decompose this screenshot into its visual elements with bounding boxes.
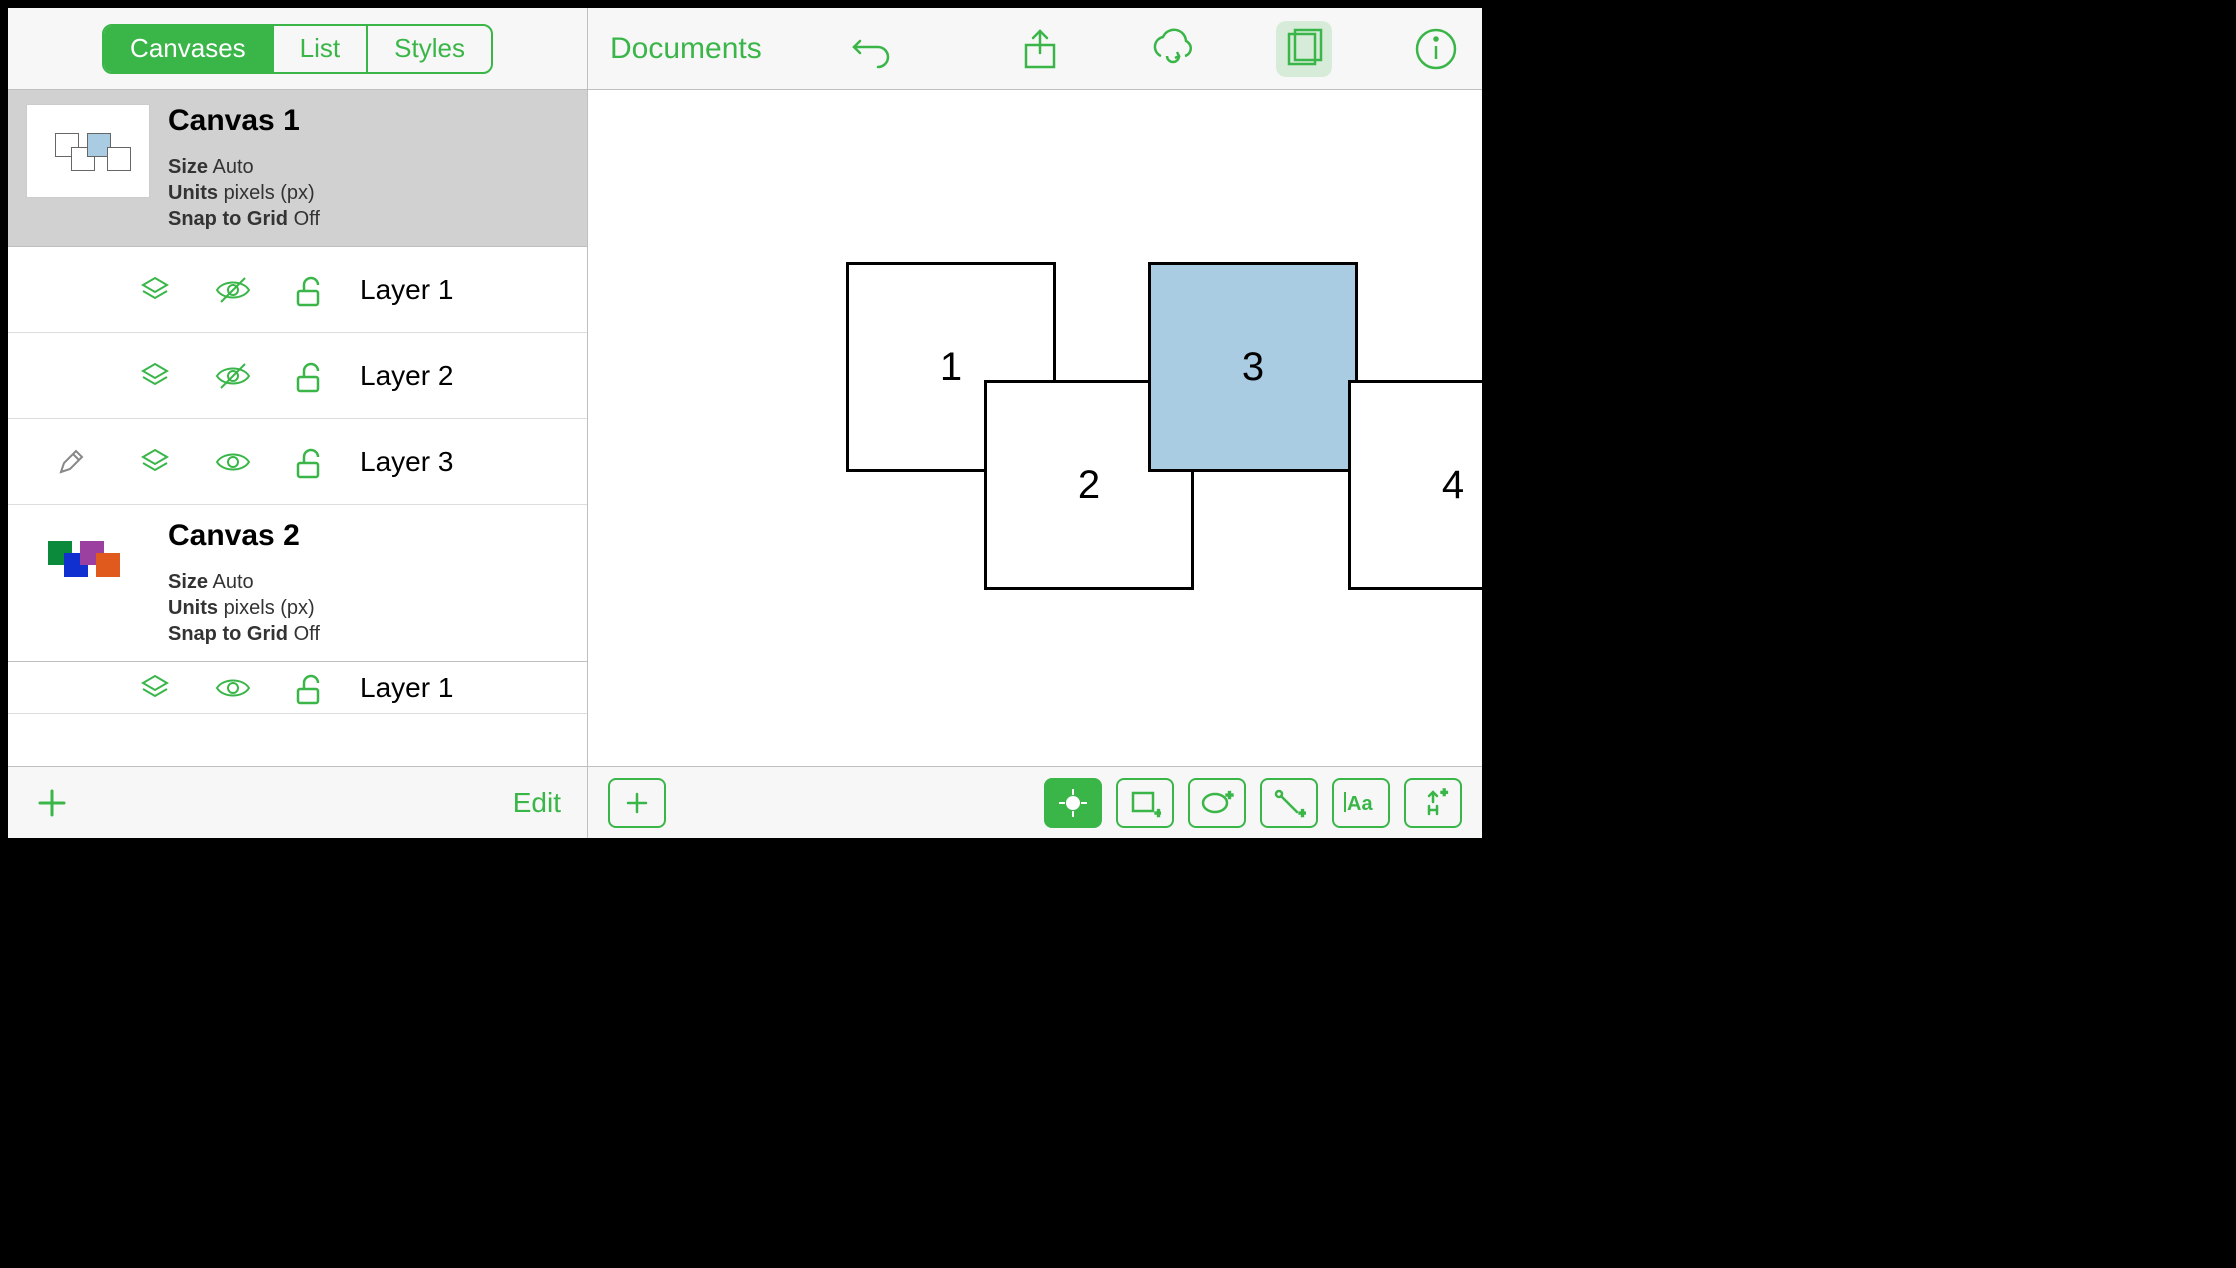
visibility-off-icon[interactable] [194, 356, 272, 396]
text-tool[interactable]: Aa [1332, 778, 1390, 828]
documents-button[interactable]: Documents [610, 32, 762, 66]
layer-row[interactable]: Layer 2 [8, 333, 587, 419]
canvas-thumbnail [26, 104, 150, 198]
rectangle-tool[interactable]: + [1116, 778, 1174, 828]
canvas-title: Canvas 1 [168, 104, 320, 138]
sidebar-tabs: Canvases List Styles [8, 8, 587, 90]
canvas-row[interactable]: Canvas 1 Size Auto Units pixels (px) Sna… [8, 90, 587, 247]
selection-tool[interactable] [1044, 778, 1102, 828]
shape-box[interactable]: 4 [1348, 380, 1482, 590]
canvas-viewport[interactable]: 1 2 3 4 [588, 90, 1482, 766]
undo-icon[interactable] [844, 21, 900, 77]
unlock-icon[interactable] [272, 271, 350, 309]
canvas-thumbnail [26, 519, 150, 613]
layer-name: Layer 1 [360, 672, 453, 704]
sidebar-body: Canvas 1 Size Auto Units pixels (px) Sna… [8, 90, 587, 766]
shape-box[interactable]: 3 [1148, 262, 1358, 472]
canvas-row[interactable]: Canvas 2 Size Auto Units pixels (px) Sna… [8, 505, 587, 662]
line-tool[interactable]: + [1260, 778, 1318, 828]
main-bottom-toolbar: + + + Aa + [588, 766, 1482, 838]
sidebar-footer: Edit [8, 766, 587, 838]
canvas-title: Canvas 2 [168, 519, 320, 553]
main-toolbar: Documents [588, 8, 1482, 90]
layers-icon[interactable] [116, 272, 194, 308]
sidebar: Canvases List Styles Canvas 1 Size Auto … [8, 8, 588, 838]
tab-list[interactable]: List [272, 26, 366, 72]
add-button[interactable] [34, 785, 70, 821]
layer-row[interactable]: Layer 1 [8, 662, 587, 714]
visibility-off-icon[interactable] [194, 270, 272, 310]
tab-styles[interactable]: Styles [366, 26, 491, 72]
freehand-tool[interactable]: + [1404, 778, 1462, 828]
layer-row[interactable]: Layer 3 [8, 419, 587, 505]
layers-icon[interactable] [116, 358, 194, 394]
layer-row[interactable]: Layer 1 [8, 247, 587, 333]
edit-button[interactable]: Edit [513, 787, 561, 819]
layer-name: Layer 1 [360, 274, 453, 306]
visibility-on-icon[interactable] [194, 668, 272, 708]
unlock-icon[interactable] [272, 669, 350, 707]
unlock-icon[interactable] [272, 443, 350, 481]
unlock-icon[interactable] [272, 357, 350, 395]
canvas-meta: Size Auto Units pixels (px) Snap to Grid… [168, 154, 320, 232]
svg-text:Aa: Aa [1347, 793, 1373, 815]
layer-name: Layer 3 [360, 446, 453, 478]
layer-name: Layer 2 [360, 360, 453, 392]
layers-icon[interactable] [116, 444, 194, 480]
tab-canvases[interactable]: Canvases [104, 26, 272, 72]
share-icon[interactable] [1012, 21, 1068, 77]
layers-icon[interactable] [116, 670, 194, 706]
info-icon[interactable] [1408, 21, 1464, 77]
pencil-icon[interactable] [26, 447, 116, 477]
svg-text:+: + [1299, 806, 1306, 819]
canvases-panel-icon[interactable] [1276, 21, 1332, 77]
main-area: Documents 1 2 3 [588, 8, 1482, 838]
cloud-sync-icon[interactable] [1144, 21, 1200, 77]
visibility-on-icon[interactable] [194, 442, 272, 482]
canvas-meta: Size Auto Units pixels (px) Snap to Grid… [168, 569, 320, 647]
svg-text:+: + [1226, 788, 1233, 802]
ellipse-tool[interactable]: + [1188, 778, 1246, 828]
svg-text:+: + [1155, 806, 1161, 819]
add-shape-button[interactable] [608, 778, 666, 828]
svg-text:+: + [1441, 787, 1447, 799]
